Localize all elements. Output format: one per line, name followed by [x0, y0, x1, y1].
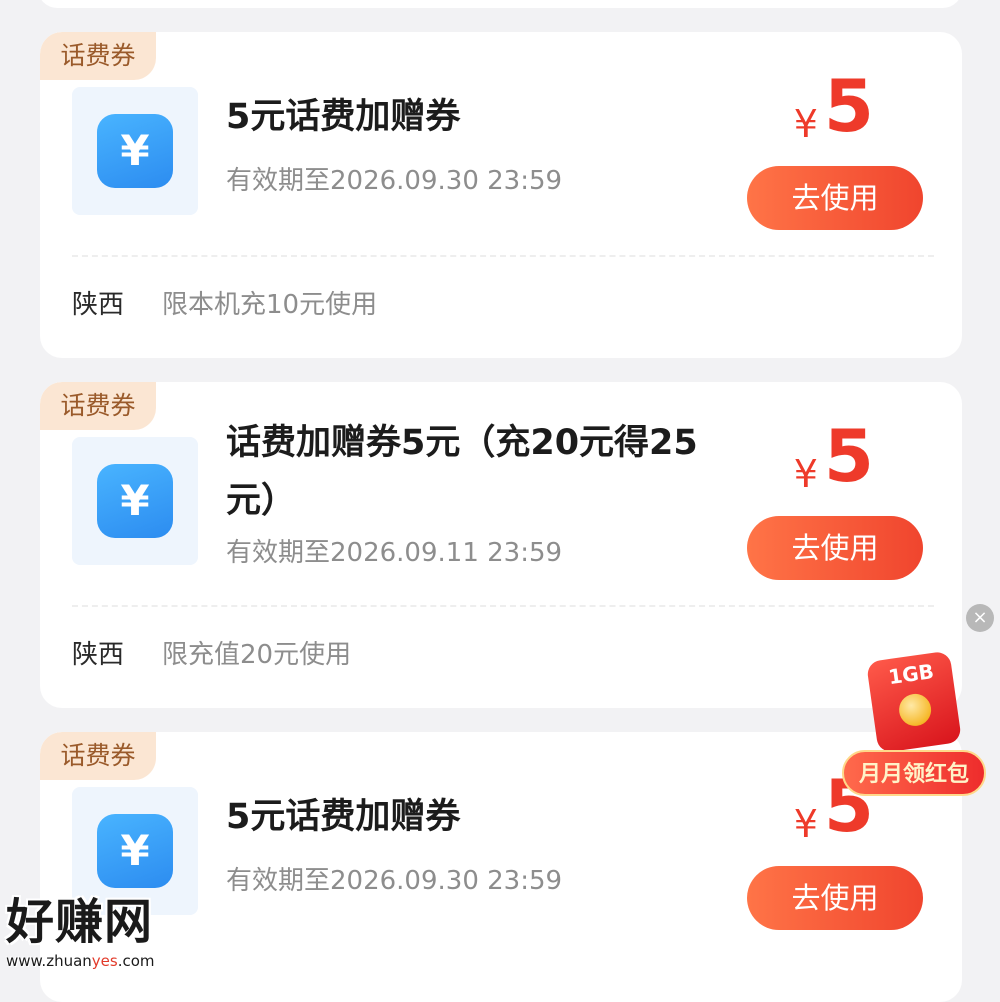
coupon-icon-box: ¥	[72, 437, 198, 565]
yen-icon: ¥	[97, 464, 173, 538]
coupon-rule: 限本机充10元使用	[162, 290, 378, 320]
coupon-rule: 限充值20元使用	[162, 640, 352, 670]
use-coupon-button[interactable]: 去使用	[747, 166, 923, 230]
price-currency-symbol: ¥	[793, 452, 818, 496]
watermark-url-accent: yes	[91, 952, 118, 970]
coupon-region: 陕西	[72, 640, 125, 670]
monthly-red-packet-button[interactable]: 月月领红包	[842, 750, 986, 796]
coupon-type-tag: 话费券	[40, 32, 156, 80]
price-value: 5	[823, 64, 874, 148]
coupon-card: 话费券 ¥ 话费加赠券5元（充20元得25元） 有效期至2026.09.11 2…	[40, 382, 962, 708]
watermark: 好赚网 www.zhuanyes.com	[0, 892, 200, 978]
price-currency-symbol: ¥	[793, 802, 818, 846]
coupon-price: ¥5	[794, 66, 874, 146]
card-divider	[72, 255, 934, 257]
coupon-validity: 有效期至2026.09.11 23:59	[226, 538, 563, 568]
coupon-title: 5元话费加赠券	[226, 97, 461, 137]
price-value: 5	[823, 414, 874, 498]
yen-icon: ¥	[97, 814, 173, 888]
coin-icon	[897, 691, 934, 728]
red-packet-icon[interactable]: 1GB	[866, 650, 962, 754]
watermark-url: www.zhuanyes.com	[6, 950, 155, 972]
packet-data-label: 1GB	[886, 659, 936, 690]
use-coupon-button[interactable]: 去使用	[747, 516, 923, 580]
card-divider	[72, 605, 934, 607]
coupon-validity: 有效期至2026.09.30 23:59	[226, 166, 563, 196]
coupon-price: ¥5	[794, 416, 874, 496]
watermark-url-prefix: www.zhuan	[6, 952, 92, 970]
yen-icon: ¥	[97, 114, 173, 188]
use-coupon-button[interactable]: 去使用	[747, 866, 923, 930]
watermark-url-suffix: .com	[117, 952, 155, 970]
coupon-title: 话费加赠券5元（充20元得25元）	[226, 423, 698, 521]
coupon-footer: 陕西 限本机充10元使用	[72, 286, 377, 324]
previous-card-edge	[38, 0, 962, 8]
coupon-card: 话费券 ¥ 5元话费加赠券 有效期至2026.09.30 23:59 ¥5 去使…	[40, 32, 962, 358]
coupon-title: 5元话费加赠券	[226, 797, 461, 837]
coupon-icon-box: ¥	[72, 87, 198, 215]
coupon-type-tag: 话费券	[40, 732, 156, 780]
coupon-footer: 陕西 限充值20元使用	[72, 636, 351, 674]
coupon-validity: 有效期至2026.09.30 23:59	[226, 866, 563, 896]
coupon-region: 陕西	[72, 290, 125, 320]
coupon-type-tag: 话费券	[40, 382, 156, 430]
watermark-title: 好赚网	[6, 894, 154, 950]
price-currency-symbol: ¥	[793, 102, 818, 146]
close-icon[interactable]: ×	[966, 604, 994, 632]
